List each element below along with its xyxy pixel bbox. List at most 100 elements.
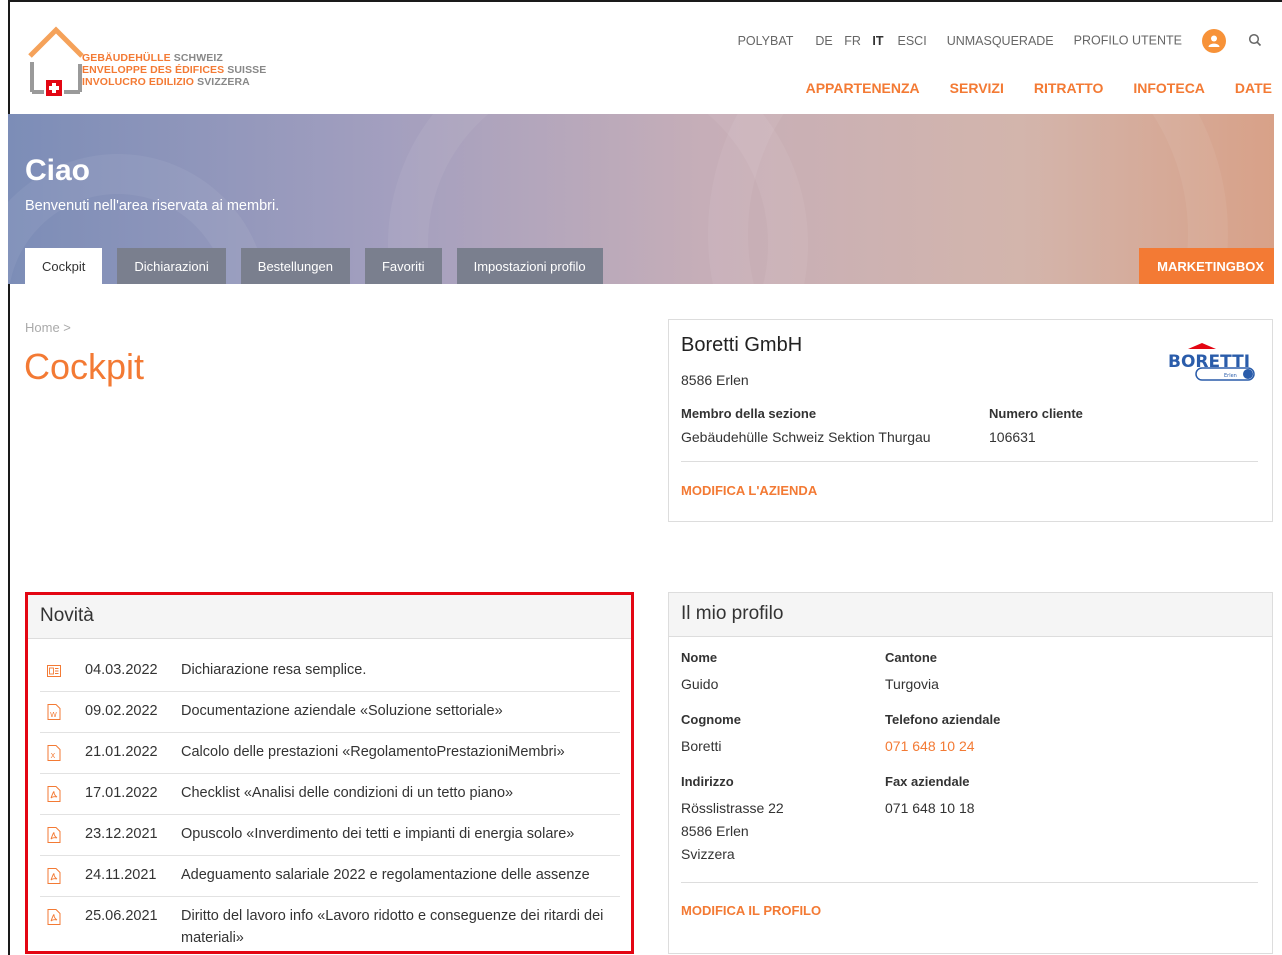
logout-link[interactable]: ESCI — [898, 34, 927, 48]
svg-text:W: W — [50, 711, 57, 719]
news-item[interactable]: W 09.02.2022 Documentazione aziendale «S… — [40, 692, 620, 733]
pdf-file-icon — [47, 827, 61, 843]
hero-subtitle: Benvenuti nell'area riservata ai membri. — [25, 198, 280, 214]
news-date: 04.03.2022 — [85, 662, 158, 678]
edit-company-link[interactable]: MODIFICA L'AZIENDA — [681, 483, 817, 498]
unmasquerade-link[interactable]: UNMASQUERADE — [947, 34, 1054, 48]
address-label: Indirizzo — [681, 774, 734, 789]
word-file-icon: W — [47, 704, 61, 720]
news-item[interactable]: 23.12.2021 Opuscolo «Inverdimento dei te… — [40, 815, 620, 856]
breadcrumb[interactable]: Home > — [25, 320, 71, 335]
profile-title: Il mio profilo — [669, 593, 1272, 637]
hero-banner: Ciao Benvenuti nell'area riservata ai me… — [8, 114, 1274, 284]
nav-servizi[interactable]: SERVIZI — [950, 80, 1004, 96]
news-title-link[interactable]: Dichiarazione resa semplice. — [181, 659, 620, 681]
pdf-file-icon — [47, 909, 61, 925]
news-item[interactable]: 25.06.2021 Diritto del lavoro info «Lavo… — [40, 897, 620, 955]
divider — [681, 882, 1258, 883]
nav-date[interactable]: DATE — [1235, 80, 1272, 96]
tab-favoriti[interactable]: Favoriti — [364, 248, 442, 284]
boretti-logo-text: BORETTI — [1168, 352, 1250, 372]
last-name-label: Cognome — [681, 712, 741, 727]
news-date: 17.01.2022 — [85, 785, 158, 801]
lang-de[interactable]: DE — [815, 34, 832, 48]
first-name-value: Guido — [681, 676, 719, 692]
site-logo[interactable]: GEBÄUDEHÜLLE SCHWEIZ ENVELOPPE DES ÉDIFI… — [16, 24, 286, 104]
logo-line1: GEBÄUDEHÜLLE — [82, 52, 171, 64]
tab-impostazioni-profilo[interactable]: Impostazioni profilo — [456, 248, 603, 284]
news-title-link[interactable]: Opuscolo «Inverdimento dei tetti e impia… — [181, 823, 620, 845]
last-name-value: Boretti — [681, 738, 722, 754]
polybat-link[interactable]: POLYBAT — [738, 34, 794, 48]
profile-link-label: PROFILO UTENTE — [1073, 33, 1182, 48]
edit-profile-link[interactable]: MODIFICA IL PROFILO — [681, 903, 821, 918]
news-date: 25.06.2021 — [85, 908, 158, 924]
customer-number-value: 106631 — [989, 429, 1036, 445]
svg-text:X: X — [51, 752, 56, 760]
company-city: 8586 Erlen — [681, 372, 749, 388]
pdf-file-icon — [47, 786, 61, 802]
lang-it[interactable]: IT — [872, 34, 883, 48]
news-date: 21.01.2022 — [85, 744, 158, 760]
logo-line3: INVOLUCRO EDILIZIO — [82, 76, 195, 88]
address-country: Svizzera — [681, 846, 735, 862]
logo-line1-country: SCHWEIZ — [173, 52, 223, 64]
marketingbox-button[interactable]: MARKETINGBOX — [1139, 248, 1274, 284]
lang-fr[interactable]: FR — [844, 34, 861, 48]
phone-label: Telefono aziendale — [885, 712, 1001, 727]
news-item[interactable]: 24.11.2021 Adeguamento salariale 2022 e … — [40, 856, 620, 897]
main-nav: APPARTENENZA SERVIZI RITRATTO INFOTECA D… — [776, 80, 1282, 96]
address-street: Rösslistrasse 22 — [681, 800, 784, 816]
section-value: Gebäudehülle Schweiz Sektion Thurgau — [681, 429, 931, 445]
utility-nav: POLYBAT DE FR IT ESCI UNMASQUERADE PROFI… — [718, 29, 1262, 53]
news-title-link[interactable]: Adeguamento salariale 2022 e regolamenta… — [181, 864, 620, 886]
nav-ritratto[interactable]: RITRATTO — [1034, 80, 1103, 96]
boretti-logo-icon: BORETTI Erlen — [1168, 343, 1255, 381]
tab-bestellungen[interactable]: Bestellungen — [240, 248, 350, 284]
nav-appartenenza[interactable]: APPARTENENZA — [806, 80, 920, 96]
address-city: 8586 Erlen — [681, 823, 749, 839]
page-title: Cockpit — [24, 346, 145, 387]
language-switcher: DE FR IT — [807, 34, 883, 48]
company-logo: BORETTI Erlen — [1166, 342, 1258, 384]
canton-value: Turgovia — [885, 676, 939, 692]
news-title-link[interactable]: Calcolo delle prestazioni «RegolamentoPr… — [181, 741, 620, 763]
news-list: 04.03.2022 Dichiarazione resa semplice. … — [40, 651, 620, 955]
logo-line3-country: SVIZZERA — [197, 76, 250, 88]
news-item[interactable]: 04.03.2022 Dichiarazione resa semplice. — [40, 651, 620, 692]
search-icon[interactable] — [1248, 33, 1262, 50]
profile-link[interactable]: PROFILO UTENTE — [1074, 29, 1226, 53]
tab-cockpit[interactable]: Cockpit — [25, 248, 103, 284]
divider — [681, 461, 1258, 462]
fax-value: 071 648 10 18 — [885, 800, 975, 816]
hero-title: Ciao — [25, 154, 91, 187]
profile-card: Il mio profilo Nome Guido Cantone Turgov… — [668, 592, 1273, 954]
logo-line2: ENVELOPPE DES ÉDIFICES — [82, 64, 225, 76]
section-label: Membro della sezione — [681, 406, 817, 421]
logo-line2-country: SUISSE — [227, 64, 267, 76]
news-title: Novità — [28, 595, 631, 639]
news-item[interactable]: 17.01.2022 Checklist «Analisi delle cond… — [40, 774, 620, 815]
customer-number-label: Numero cliente — [989, 406, 1083, 421]
news-item[interactable]: X 21.01.2022 Calcolo delle prestazioni «… — [40, 733, 620, 774]
company-name: Boretti GmbH — [681, 334, 803, 356]
pdf-file-icon — [47, 868, 61, 884]
fax-label: Fax aziendale — [885, 774, 970, 789]
excel-file-icon: X — [47, 745, 61, 761]
news-date: 24.11.2021 — [85, 867, 157, 883]
canton-label: Cantone — [885, 650, 937, 665]
phone-link[interactable]: 071 648 10 24 — [885, 735, 1000, 758]
news-title-link[interactable]: Documentazione aziendale «Soluzione sett… — [181, 700, 620, 722]
boretti-logo-sub: Erlen — [1224, 373, 1237, 379]
news-date: 09.02.2022 — [85, 703, 158, 719]
document-icon — [47, 665, 61, 677]
user-avatar-icon — [1202, 29, 1226, 53]
nav-infoteca[interactable]: INFOTECA — [1133, 80, 1205, 96]
news-title-link[interactable]: Diritto del lavoro info «Lavoro ridotto … — [181, 905, 620, 949]
tab-dichiarazioni[interactable]: Dichiarazioni — [117, 248, 226, 284]
first-name-label: Nome — [681, 650, 718, 665]
tab-bar: Cockpit Dichiarazioni Bestellungen Favor… — [25, 248, 618, 284]
house-logo-icon — [28, 26, 84, 96]
news-title-link[interactable]: Checklist «Analisi delle condizioni di u… — [181, 782, 620, 804]
company-card: Boretti GmbH 8586 Erlen Membro della sez… — [668, 319, 1273, 522]
